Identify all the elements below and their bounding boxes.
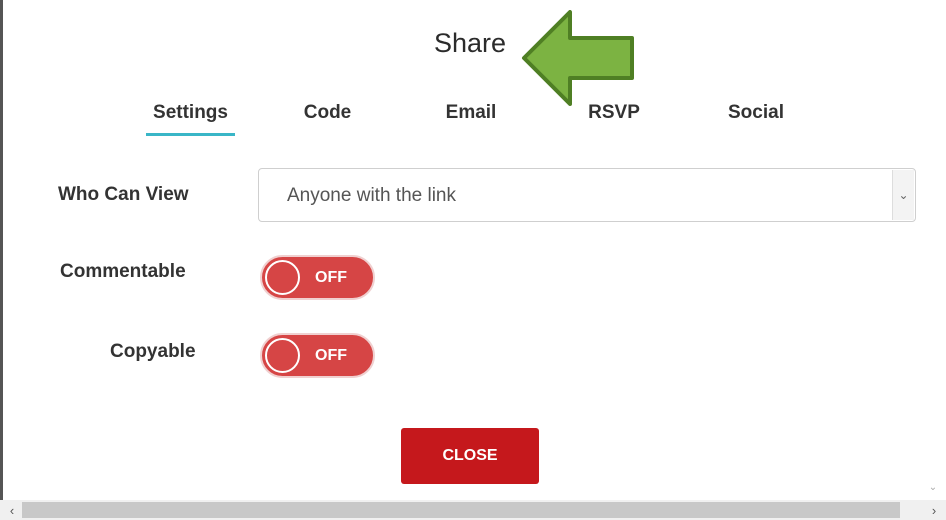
tab-email-label: Email [445,102,497,123]
window-border [0,0,3,500]
who-can-view-select[interactable]: Anyone with the link ⌄ [258,168,916,222]
green-arrow-icon [522,10,634,106]
tab-rsvp-label: RSVP [588,102,640,123]
close-button[interactable]: CLOSE [401,428,539,484]
commentable-toggle-state: OFF [315,269,347,286]
tab-settings-label: Settings [153,102,228,123]
copyable-toggle[interactable]: OFF [260,333,375,378]
share-tabs: Settings Code Email RSVP Social [0,102,946,138]
share-dialog: Share Settings Code Email RSVP Social Wh… [0,0,946,520]
copyable-toggle-state: OFF [315,347,347,364]
dialog-title: Share [433,28,507,58]
tab-settings[interactable]: Settings [146,102,235,138]
tab-code[interactable]: Code [300,102,355,138]
horizontal-scrollbar[interactable]: ‹ › [0,500,946,520]
scrollbar-thumb[interactable] [22,502,900,518]
commentable-toggle[interactable]: OFF [260,255,375,300]
copyable-label: Copyable [110,341,196,362]
scroll-right-icon[interactable]: › [924,500,944,520]
scroll-left-icon[interactable]: ‹ [2,500,22,520]
tab-rsvp[interactable]: RSVP [585,102,643,138]
commentable-label: Commentable [60,261,186,282]
scroll-down-icon[interactable]: ⌄ [926,480,940,494]
tab-code-label: Code [303,102,352,123]
toggle-knob [265,260,300,295]
chevron-down-icon[interactable]: ⌄ [892,170,914,220]
who-can-view-label: Who Can View [58,184,189,205]
toggle-knob [265,338,300,373]
tab-email[interactable]: Email [441,102,501,138]
tab-social-label: Social [728,102,784,123]
who-can-view-value: Anyone with the link [287,185,456,206]
tab-social[interactable]: Social [723,102,789,138]
